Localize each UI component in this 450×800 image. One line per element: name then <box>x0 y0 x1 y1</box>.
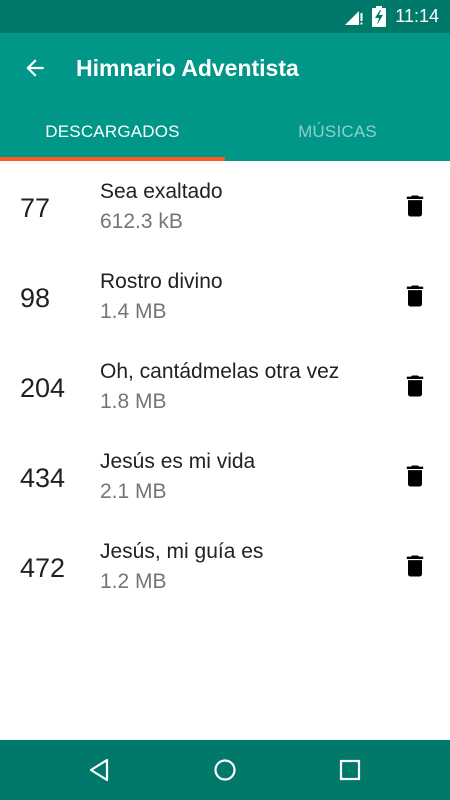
hymn-number: 472 <box>20 553 66 583</box>
tab-bar: DESCARGADOS MÚSICAS <box>0 103 450 161</box>
downloaded-hymns-list: 77 Sea exaltado 612.3 kB 98 Rostro divin… <box>0 161 450 611</box>
hymn-size: 612.3 kB <box>100 210 183 233</box>
delete-icon[interactable] <box>401 192 429 220</box>
status-bar: 11:14 <box>0 0 450 33</box>
hymn-number: 98 <box>20 283 51 313</box>
hymn-title: Rostro divino <box>100 270 223 293</box>
hymn-number: 434 <box>20 463 66 493</box>
list-item[interactable]: 434 Jesús es mi vida 2.1 MB <box>0 431 450 521</box>
app-bar: Himnario Adventista <box>0 33 450 103</box>
hymn-number: 204 <box>20 373 66 403</box>
hymn-title: Jesús es mi vida <box>100 450 256 473</box>
hymn-number: 77 <box>20 193 51 223</box>
list-item[interactable]: 204 Oh, cantádmelas otra vez 1.8 MB <box>0 341 450 431</box>
hymn-title: Sea exaltado <box>100 180 223 203</box>
hymn-size: 1.4 MB <box>100 300 167 323</box>
screen: 11:14 Himnario Adventista DESCARGADOS MÚ… <box>0 0 450 800</box>
delete-icon[interactable] <box>401 372 429 400</box>
hymn-title: Oh, cantádmelas otra vez <box>100 360 340 383</box>
tab-descargados[interactable]: DESCARGADOS <box>0 103 225 161</box>
status-time: 11:14 <box>395 6 439 26</box>
delete-icon[interactable] <box>401 462 429 490</box>
battery-charging-icon <box>372 6 386 27</box>
list-item[interactable]: 472 Jesús, mi guía es 1.2 MB <box>0 521 450 611</box>
list-item[interactable]: 98 Rostro divino 1.4 MB <box>0 251 450 341</box>
page-title: Himnario Adventista <box>76 55 299 81</box>
hymn-title: Jesús, mi guía es <box>100 540 264 563</box>
system-nav-bar <box>0 740 450 800</box>
nav-recents-icon[interactable] <box>337 757 363 783</box>
hymn-size: 1.8 MB <box>100 390 167 413</box>
signal-icon <box>345 11 363 25</box>
hymn-size: 2.1 MB <box>100 480 167 503</box>
nav-back-icon[interactable] <box>87 757 113 783</box>
tab-musicas[interactable]: MÚSICAS <box>225 103 450 161</box>
hymn-size: 1.2 MB <box>100 570 167 593</box>
list-item[interactable]: 77 Sea exaltado 612.3 kB <box>0 161 450 251</box>
delete-icon[interactable] <box>401 282 429 310</box>
delete-icon[interactable] <box>401 552 429 580</box>
nav-home-icon[interactable] <box>212 757 238 783</box>
arrow-back-icon[interactable] <box>22 55 48 81</box>
